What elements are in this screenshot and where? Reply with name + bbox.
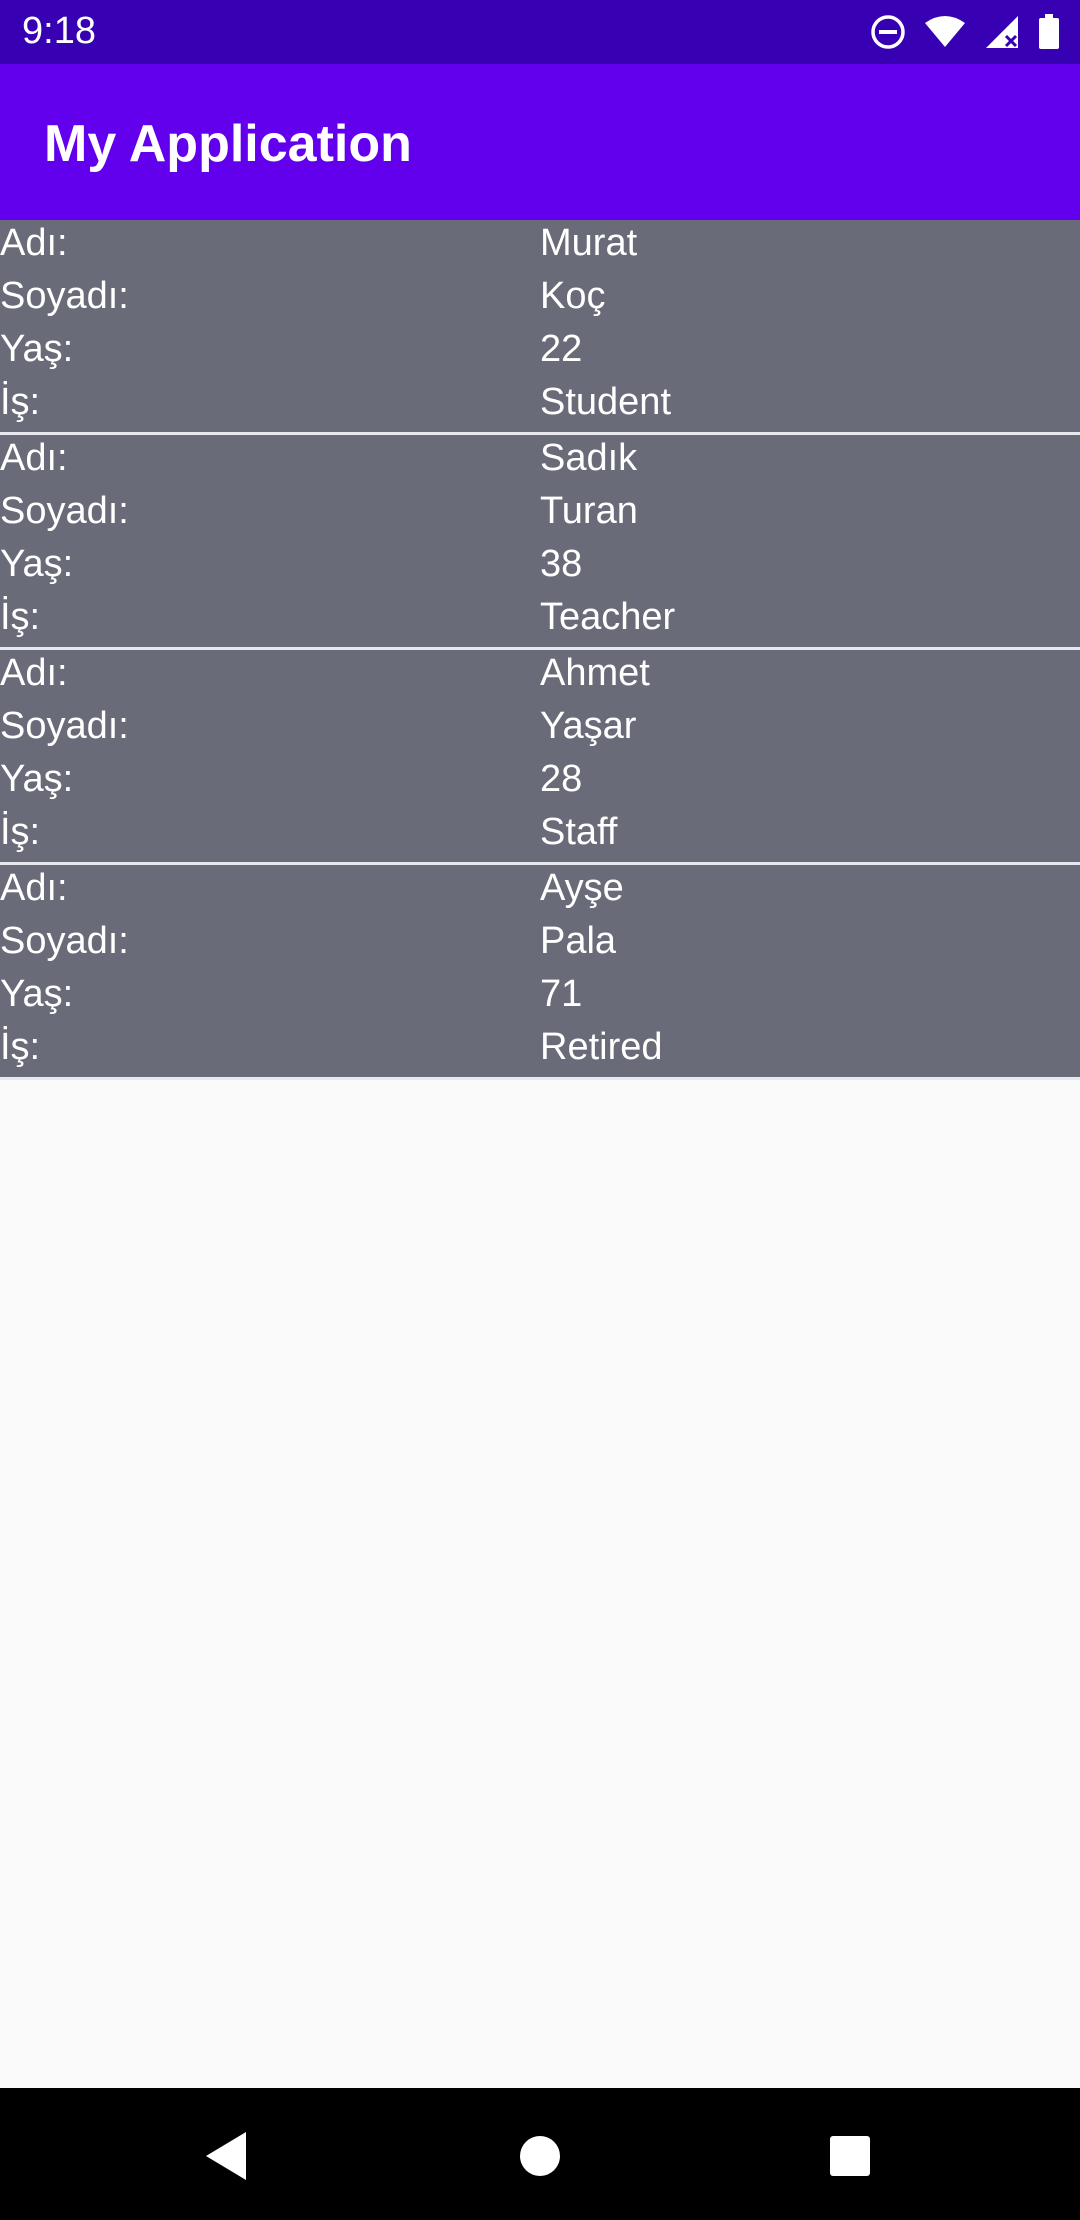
surname-label: Soyadı:: [0, 920, 129, 962]
surname-value: Koç: [540, 275, 606, 317]
surname-row: Soyadı: Yaşar: [0, 703, 1080, 756]
name-row: Adı: Murat: [0, 220, 1080, 273]
job-value: Staff: [540, 811, 618, 853]
navigation-bar: [0, 2088, 1080, 2220]
app-bar: My Application: [0, 64, 1080, 220]
age-row: Yaş: 71: [0, 971, 1080, 1024]
name-label: Adı:: [0, 437, 68, 479]
battery-icon: [1039, 14, 1059, 49]
name-row: Adı: Ahmet: [0, 650, 1080, 703]
signal-icon: [986, 16, 1018, 48]
job-label: İş:: [0, 1026, 41, 1068]
wifi-icon: [925, 16, 965, 47]
home-icon[interactable]: [512, 2128, 568, 2184]
surname-value: Pala: [540, 920, 617, 962]
status-bar: 9:18: [0, 0, 1080, 64]
age-label: Yaş:: [0, 543, 74, 585]
job-value: Student: [540, 381, 671, 423]
job-label: İş:: [0, 811, 41, 853]
surname-row: Soyadı: Turan: [0, 488, 1080, 541]
surname-value: Turan: [540, 490, 638, 532]
surname-value: Yaşar: [540, 705, 637, 747]
dnd-icon: [871, 15, 905, 49]
job-row: İş: Teacher: [0, 594, 1080, 647]
job-value: Teacher: [540, 596, 676, 638]
age-label: Yaş:: [0, 328, 74, 370]
age-value: 22: [540, 328, 583, 370]
surname-row: Soyadı: Pala: [0, 918, 1080, 971]
job-label: İş:: [0, 381, 41, 423]
surname-label: Soyadı:: [0, 275, 129, 317]
list-item[interactable]: Adı: Ahmet Soyadı: Yaşar Yaş: 28 İş: Staff: [0, 650, 1080, 865]
name-value: Ayşe: [540, 867, 624, 909]
name-label: Adı:: [0, 222, 68, 264]
list-item[interactable]: Adı: Ayşe Soyadı: Pala Yaş: 71 İş: Retired: [0, 865, 1080, 1080]
age-label: Yaş:: [0, 758, 74, 800]
age-value: 28: [540, 758, 583, 800]
job-row: İş: Retired: [0, 1024, 1080, 1077]
job-label: İş:: [0, 596, 41, 638]
name-value: Sadık: [540, 437, 638, 479]
recents-icon[interactable]: [822, 2128, 878, 2184]
back-icon[interactable]: [200, 2128, 256, 2184]
list-item[interactable]: Adı: Sadık Soyadı: Turan Yaş: 38 İş: Teacher: [0, 435, 1080, 650]
status-icons: [870, 12, 1060, 52]
job-value: Retired: [540, 1026, 663, 1068]
age-value: 38: [540, 543, 583, 585]
name-label: Adı:: [0, 652, 68, 694]
age-row: Yaş: 38: [0, 541, 1080, 594]
job-row: İş: Student: [0, 379, 1080, 432]
app-title: My Application: [44, 115, 412, 173]
person-list[interactable]: Adı: Murat Soyadı: Koç Yaş: 22 İş: Student A…: [0, 220, 1080, 1080]
list-item[interactable]: Adı: Murat Soyadı: Koç Yaş: 22 İş: Student: [0, 220, 1080, 435]
age-value: 71: [540, 973, 583, 1015]
name-row: Adı: Ayşe: [0, 865, 1080, 918]
name-row: Adı: Sadık: [0, 435, 1080, 488]
job-row: İş: Staff: [0, 809, 1080, 862]
surname-label: Soyadı:: [0, 705, 129, 747]
age-label: Yaş:: [0, 973, 74, 1015]
status-time: 9:18: [22, 10, 96, 52]
surname-label: Soyadı:: [0, 490, 129, 532]
surname-row: Soyadı: Koç: [0, 273, 1080, 326]
age-row: Yaş: 28: [0, 756, 1080, 809]
age-row: Yaş: 22: [0, 326, 1080, 379]
name-value: Ahmet: [540, 652, 650, 694]
name-value: Murat: [540, 222, 638, 264]
name-label: Adı:: [0, 867, 68, 909]
